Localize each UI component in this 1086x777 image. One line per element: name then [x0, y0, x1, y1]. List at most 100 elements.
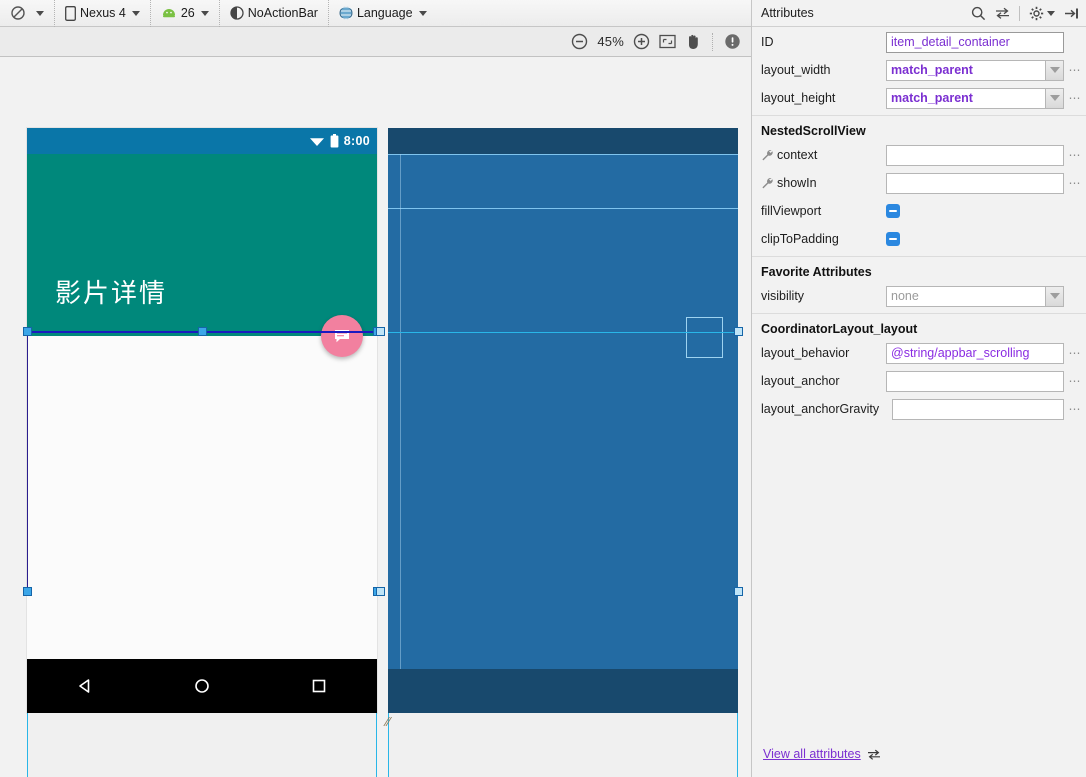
attribute-label-text: context	[777, 148, 818, 162]
design-mode-button[interactable]	[6, 3, 30, 24]
search-icon[interactable]	[971, 6, 986, 21]
swap-arrows-icon[interactable]	[995, 7, 1010, 19]
zoom-level-label: 45%	[597, 34, 624, 49]
device-selector[interactable]: Nexus 4	[61, 3, 144, 24]
zoom-toolbar: 45%	[0, 27, 751, 57]
blueprint-preview[interactable]	[388, 128, 738, 713]
attribute-label: layout_anchor	[761, 374, 840, 388]
chevron-down-icon[interactable]	[1045, 285, 1064, 307]
attribute-row[interactable]: layout_width match_parent ⋯	[752, 56, 1086, 84]
blueprint-handle-top-left[interactable]	[376, 327, 385, 336]
blueprint-divider	[388, 154, 738, 155]
section-header-coordinatorlayout-layout: CoordinatorLayout_layout	[752, 313, 1086, 339]
layout-anchor-input[interactable]	[886, 370, 1064, 392]
attribute-row[interactable]: showIn ⋯	[752, 169, 1086, 197]
attribute-label: ID	[761, 35, 774, 49]
attribute-row[interactable]: layout_behavior @string/appbar_scrolling…	[752, 339, 1086, 367]
more-button[interactable]: ⋯	[1064, 402, 1086, 416]
selection-handle-bottom-left[interactable]	[23, 587, 32, 596]
attribute-row[interactable]: visibility none ⋯	[752, 282, 1086, 310]
cliptopadding-checkbox[interactable]	[886, 232, 900, 246]
more-button[interactable]: ⋯	[1064, 148, 1086, 162]
attributes-list: ID item_detail_container ⋯ layout_width …	[752, 28, 1086, 731]
more-button[interactable]: ⋯	[1064, 91, 1086, 105]
pan-hand-icon[interactable]	[685, 33, 701, 50]
blueprint-handle-top-right[interactable]	[734, 327, 743, 336]
more-button[interactable]: ⋯	[1064, 63, 1086, 77]
attribute-label: visibility	[761, 289, 805, 303]
attributes-title: Attributes	[761, 6, 814, 20]
chevron-down-icon	[418, 10, 427, 16]
blueprint-handle-bottom-right[interactable]	[734, 587, 743, 596]
theme-contrast-icon	[230, 6, 244, 20]
selection-handle-top-left[interactable]	[23, 327, 32, 336]
device-preview-overflow	[27, 713, 377, 777]
header-separator	[1019, 5, 1020, 21]
blueprint-handle-bottom-left[interactable]	[376, 587, 385, 596]
attribute-row[interactable]: fillViewport	[752, 197, 1086, 225]
recents-square-icon	[309, 676, 329, 696]
collapse-right-icon[interactable]	[1064, 7, 1079, 20]
chevron-down-icon[interactable]	[1045, 59, 1064, 81]
api-level-selector[interactable]: 26	[157, 3, 213, 24]
preview-app-bar: 影片详情	[27, 154, 377, 357]
visibility-value: none	[886, 285, 1045, 307]
design-mode-dropdown[interactable]	[30, 3, 48, 24]
blueprint-nav-bar	[388, 669, 738, 713]
selection-handle-top-center[interactable]	[198, 327, 207, 336]
design-toolbar: Nexus 4 26 NoActionBar Language	[0, 0, 751, 27]
theme-group: NoActionBar	[220, 0, 328, 26]
attribute-label: layout_behavior	[761, 346, 850, 360]
more-button[interactable]: ⋯	[1064, 346, 1086, 360]
chevron-down-icon[interactable]	[1047, 10, 1055, 16]
layout-behavior-input[interactable]: @string/appbar_scrolling	[886, 342, 1064, 364]
attribute-label: layout_width	[761, 63, 831, 77]
chevron-down-icon[interactable]	[1045, 87, 1064, 109]
more-button[interactable]: ⋯	[1064, 176, 1086, 190]
design-canvas[interactable]: 8:00 影片详情 ⁄⁄	[0, 57, 751, 777]
id-input[interactable]: item_detail_container	[886, 31, 1064, 53]
attribute-row[interactable]: layout_anchorGravity ⋯	[752, 395, 1086, 423]
device-label: Nexus 4	[80, 6, 126, 20]
battery-icon	[330, 134, 339, 148]
more-button: ⋯	[1064, 289, 1086, 303]
wifi-icon	[309, 135, 325, 147]
chat-bubble-icon	[332, 326, 352, 346]
layout-anchorgravity-input[interactable]	[892, 398, 1064, 420]
visibility-combo[interactable]: none	[886, 285, 1064, 307]
layout-height-value: match_parent	[886, 87, 1045, 109]
attribute-label: layout_height	[761, 91, 836, 105]
device-group: Nexus 4	[55, 0, 150, 26]
attribute-row[interactable]: layout_anchor ⋯	[752, 367, 1086, 395]
fillviewport-checkbox[interactable]	[886, 204, 900, 218]
zoom-out-icon[interactable]	[571, 33, 588, 50]
attribute-row[interactable]: clipToPadding	[752, 225, 1086, 253]
preview-content-area	[27, 336, 377, 659]
zoom-in-icon[interactable]	[633, 33, 650, 50]
preview-status-bar: 8:00	[27, 128, 377, 154]
view-all-attributes-link[interactable]: View all attributes	[763, 747, 861, 761]
gear-icon[interactable]	[1029, 6, 1044, 21]
warning-icon[interactable]	[724, 33, 741, 50]
selection-left-edge	[27, 331, 28, 593]
context-input[interactable]	[886, 144, 1064, 166]
layout-height-combo[interactable]: match_parent	[886, 87, 1064, 109]
device-preview[interactable]: 8:00 影片详情	[27, 128, 377, 713]
theme-selector[interactable]: NoActionBar	[226, 3, 322, 24]
attribute-row[interactable]: context ⋯	[752, 141, 1086, 169]
circle-slash-icon	[10, 5, 26, 21]
phone-icon	[65, 5, 76, 21]
locale-selector[interactable]: Language	[335, 3, 431, 24]
swap-arrows-icon[interactable]	[867, 749, 881, 760]
attribute-row[interactable]: ID item_detail_container ⋯	[752, 28, 1086, 56]
preview-fab[interactable]	[321, 315, 363, 357]
attribute-row[interactable]: layout_height match_parent ⋯	[752, 84, 1086, 112]
design-mode-group	[0, 0, 54, 26]
blueprint-divider	[388, 208, 738, 209]
blueprint-selection-top-edge	[388, 332, 738, 333]
layout-width-combo[interactable]: match_parent	[886, 59, 1064, 81]
blueprint-preview-overflow	[388, 713, 738, 777]
showin-input[interactable]	[886, 172, 1064, 194]
zoom-to-fit-icon[interactable]	[659, 34, 676, 49]
more-button[interactable]: ⋯	[1064, 374, 1086, 388]
